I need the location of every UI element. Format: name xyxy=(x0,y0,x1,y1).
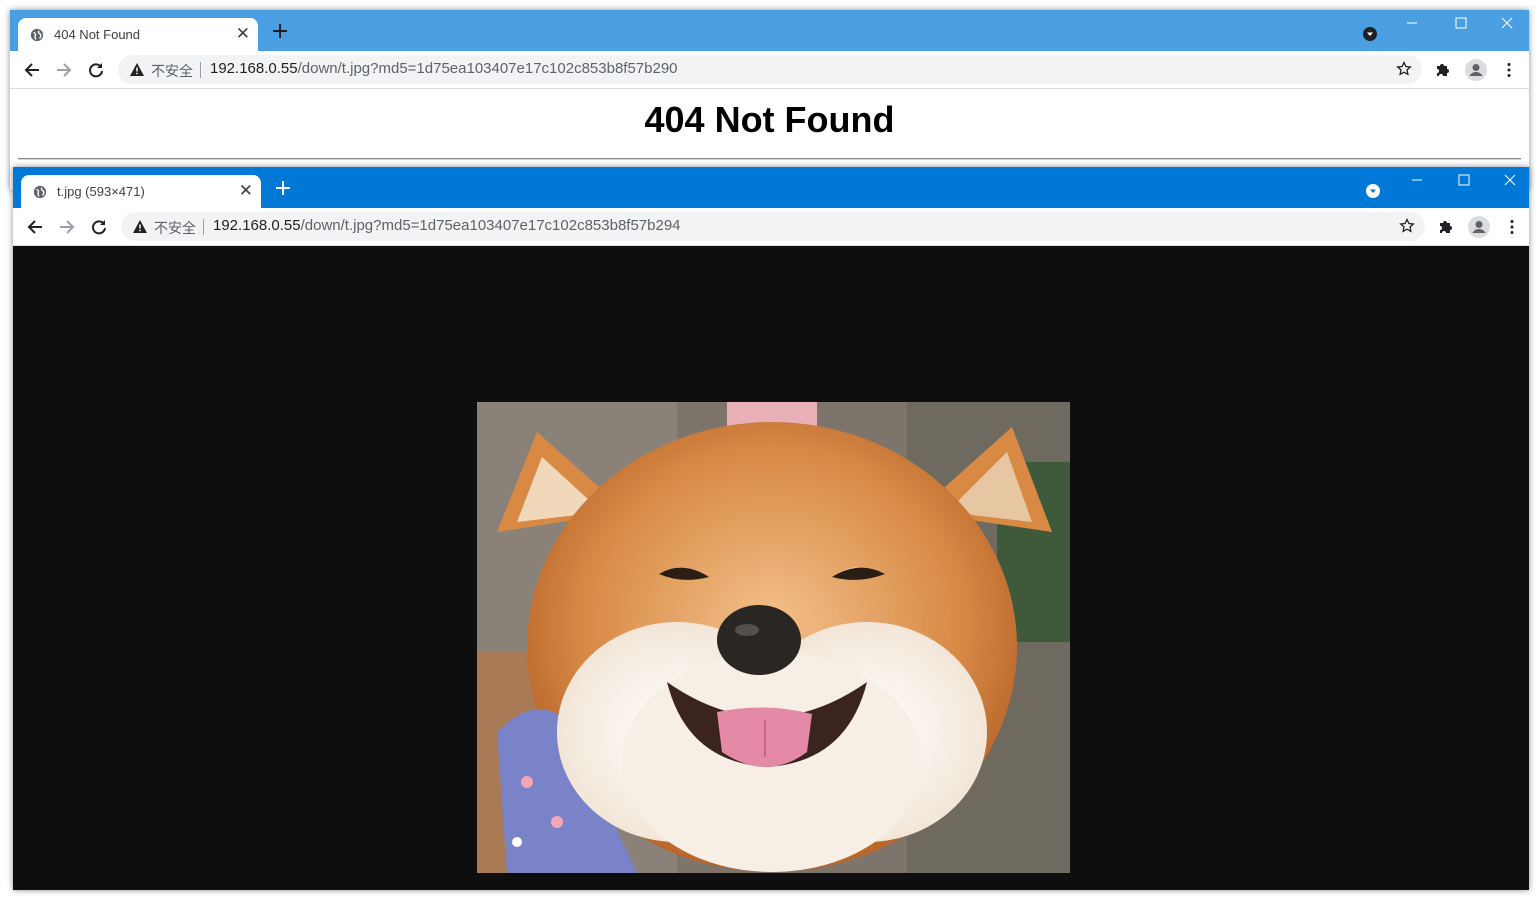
star-icon[interactable] xyxy=(1396,61,1412,77)
url-path: /down/t.jpg?md5=1d75ea103407e17c102c853b… xyxy=(297,60,678,77)
toolbar: 不安全 192.168.0.55/down/t.jpg?md5=1d75ea10… xyxy=(10,51,1529,89)
back-arrow-icon[interactable] xyxy=(23,61,41,79)
reload-icon[interactable] xyxy=(87,61,105,79)
close-icon[interactable] xyxy=(1497,13,1517,33)
warning-icon xyxy=(133,220,147,233)
globe-icon xyxy=(33,185,47,199)
tab-close-button[interactable]: ✕ xyxy=(236,25,250,43)
puzzle-icon[interactable] xyxy=(1437,218,1455,236)
profile-icon[interactable] xyxy=(1465,59,1487,81)
plus-icon[interactable] xyxy=(268,19,292,43)
maximize-icon[interactable] xyxy=(1451,13,1471,33)
maximize-icon[interactable] xyxy=(1454,170,1474,190)
minimize-icon[interactable] xyxy=(1407,170,1427,190)
security-label: 不安全 xyxy=(151,63,193,79)
url-host: 192.168.0.55 xyxy=(210,60,298,77)
browser-window-front: t.jpg (593×471) ✕ 不安全 192.168.0.55/down/… xyxy=(13,167,1529,890)
dropdown-icon[interactable] xyxy=(1365,183,1381,199)
kebab-menu-icon[interactable] xyxy=(1500,61,1518,79)
puzzle-icon[interactable] xyxy=(1434,61,1452,79)
browser-window-back: 404 Not Found ✕ 不安全 192.168.0.55/down/t.… xyxy=(10,10,1529,190)
dropdown-icon[interactable] xyxy=(1362,26,1378,42)
url-text[interactable]: 192.168.0.55/down/t.jpg?md5=1d75ea103407… xyxy=(213,217,681,234)
toolbar: 不安全 192.168.0.55/down/t.jpg?md5=1d75ea10… xyxy=(13,208,1529,246)
tab-title: t.jpg (593×471) xyxy=(57,184,145,199)
image-viewer xyxy=(13,246,1529,890)
horizontal-rule xyxy=(18,158,1521,160)
title-bar: t.jpg (593×471) ✕ xyxy=(13,167,1529,209)
star-icon[interactable] xyxy=(1399,218,1415,234)
divider xyxy=(200,62,201,78)
address-bar[interactable]: 不安全 192.168.0.55/down/t.jpg?md5=1d75ea10… xyxy=(118,55,1422,84)
security-label: 不安全 xyxy=(154,220,196,236)
url-path: /down/t.jpg?md5=1d75ea103407e17c102c853b… xyxy=(300,217,681,234)
reload-icon[interactable] xyxy=(90,218,108,236)
forward-arrow-icon[interactable] xyxy=(55,61,73,79)
warning-icon xyxy=(130,63,144,76)
minimize-icon[interactable] xyxy=(1402,13,1422,33)
address-bar[interactable]: 不安全 192.168.0.55/down/t.jpg?md5=1d75ea10… xyxy=(121,212,1425,241)
kebab-menu-icon[interactable] xyxy=(1503,218,1521,236)
url-host: 192.168.0.55 xyxy=(213,217,301,234)
back-arrow-icon[interactable] xyxy=(26,218,44,236)
tab-image[interactable]: t.jpg (593×471) ✕ xyxy=(21,175,261,209)
page-title: 404 Not Found xyxy=(644,99,895,140)
tab-title: 404 Not Found xyxy=(54,27,141,42)
divider xyxy=(203,219,204,235)
globe-icon xyxy=(30,28,44,42)
shiba-dog-photo[interactable] xyxy=(477,402,1070,873)
close-icon[interactable] xyxy=(1500,170,1520,190)
tab-404[interactable]: 404 Not Found ✕ xyxy=(18,18,258,52)
forward-arrow-icon[interactable] xyxy=(58,218,76,236)
tab-close-button[interactable]: ✕ xyxy=(239,182,253,200)
plus-icon[interactable] xyxy=(271,176,295,200)
url-text[interactable]: 192.168.0.55/down/t.jpg?md5=1d75ea103407… xyxy=(210,60,678,77)
title-bar: 404 Not Found ✕ xyxy=(10,10,1529,52)
profile-icon[interactable] xyxy=(1468,216,1490,238)
